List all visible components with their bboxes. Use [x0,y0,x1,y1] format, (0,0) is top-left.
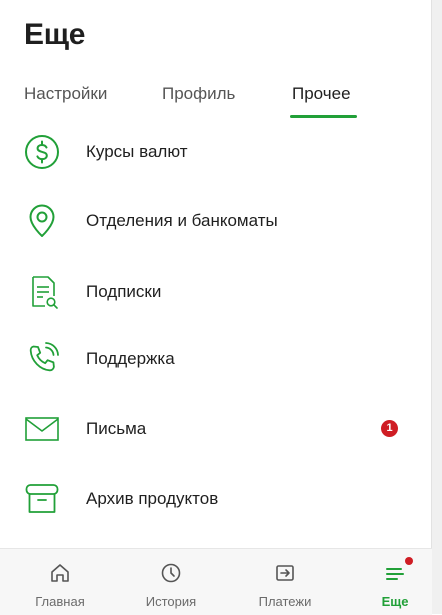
tab-bar: Настройки Профиль Прочее [0,78,432,124]
archive-box-icon [25,484,59,513]
nav-item-home[interactable]: Главная [15,549,105,615]
active-tab-indicator [290,115,357,118]
payment-arrow-icon [276,565,294,581]
nav-label: Платежи [258,594,312,609]
tab-other[interactable]: Прочее [292,84,351,104]
dollar-circle-icon [25,135,59,169]
nav-label: Еще [381,594,409,609]
phone-call-icon [29,342,59,372]
notification-dot [405,557,413,565]
page-title: Еще [24,18,86,51]
nav-label: Главная [35,594,85,609]
home-icon [51,564,69,582]
tab-profile[interactable]: Профиль [162,84,235,104]
menu-item-branches-atms[interactable]: Отделения и банкоматы [0,193,432,249]
menu-item-label: Курсы валют [86,142,188,161]
menu-item-label: Поддержка [86,349,175,368]
menu-item-label: Подписки [86,282,162,301]
menu-lines-icon [386,568,404,580]
menu-item-currency-rates[interactable]: Курсы валют [0,124,432,180]
clock-icon [161,563,181,583]
nav-item-history[interactable]: История [126,549,216,615]
menu-item-letters[interactable]: Письма 1 [0,401,432,457]
envelope-icon [25,417,59,441]
menu-item-label: Архив продуктов [86,489,219,508]
bottom-navigation: Главная История Платежи Еще [0,548,432,615]
nav-label: История [145,594,197,609]
window-edge [431,0,442,614]
tab-settings[interactable]: Настройки [24,84,107,104]
unread-count-badge: 1 [381,420,398,437]
location-pin-icon [29,204,55,237]
menu-item-support[interactable]: Поддержка [0,331,432,387]
menu-item-label: Отделения и банкоматы [86,211,278,230]
menu-item-products-archive[interactable]: Архив продуктов [0,471,432,527]
menu-item-label: Письма [86,419,147,438]
menu-item-subscriptions[interactable]: Подписки [0,264,432,320]
nav-item-more[interactable]: Еще [350,549,440,615]
nav-item-payments[interactable]: Платежи [240,549,330,615]
document-search-icon [32,276,58,309]
